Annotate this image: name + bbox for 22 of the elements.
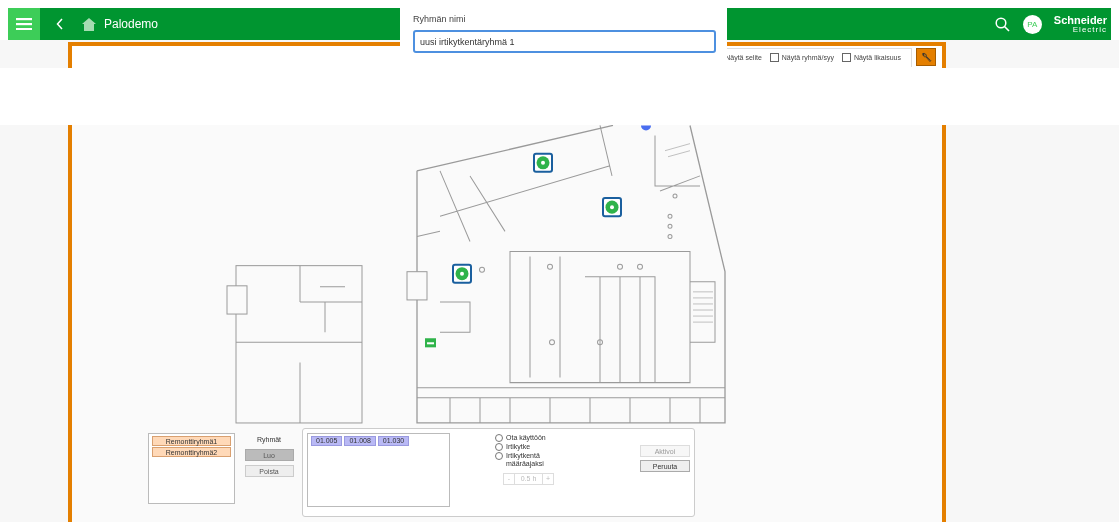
tools-button[interactable] [916,48,936,66]
radio-button[interactable] [495,452,503,460]
radio-button[interactable] [495,443,503,451]
search-icon[interactable] [994,16,1010,32]
brand-tagline: Electric [1072,25,1107,34]
field-label: Ryhmän nimi [413,14,467,24]
home-icon[interactable] [82,17,96,31]
wrench-icon [920,51,932,63]
menu-icon [16,18,32,30]
sensor-icon[interactable] [602,197,622,218]
back-icon[interactable] [56,18,64,30]
checkbox[interactable] [769,53,779,62]
marker-icon[interactable] [641,125,651,131]
exit-sign-icon[interactable] [425,338,436,348]
checkbox[interactable] [841,53,851,62]
sensor-icon[interactable] [452,263,472,284]
page-title: Palodemo [104,17,159,31]
radio-button[interactable] [495,434,503,442]
brand-name: Schneider [1053,14,1107,26]
sensor-icon[interactable] [533,152,553,173]
name-input-field[interactable]: uusi irtikytkentäryhmä 1 [413,30,716,53]
menu-button[interactable] [8,8,40,40]
